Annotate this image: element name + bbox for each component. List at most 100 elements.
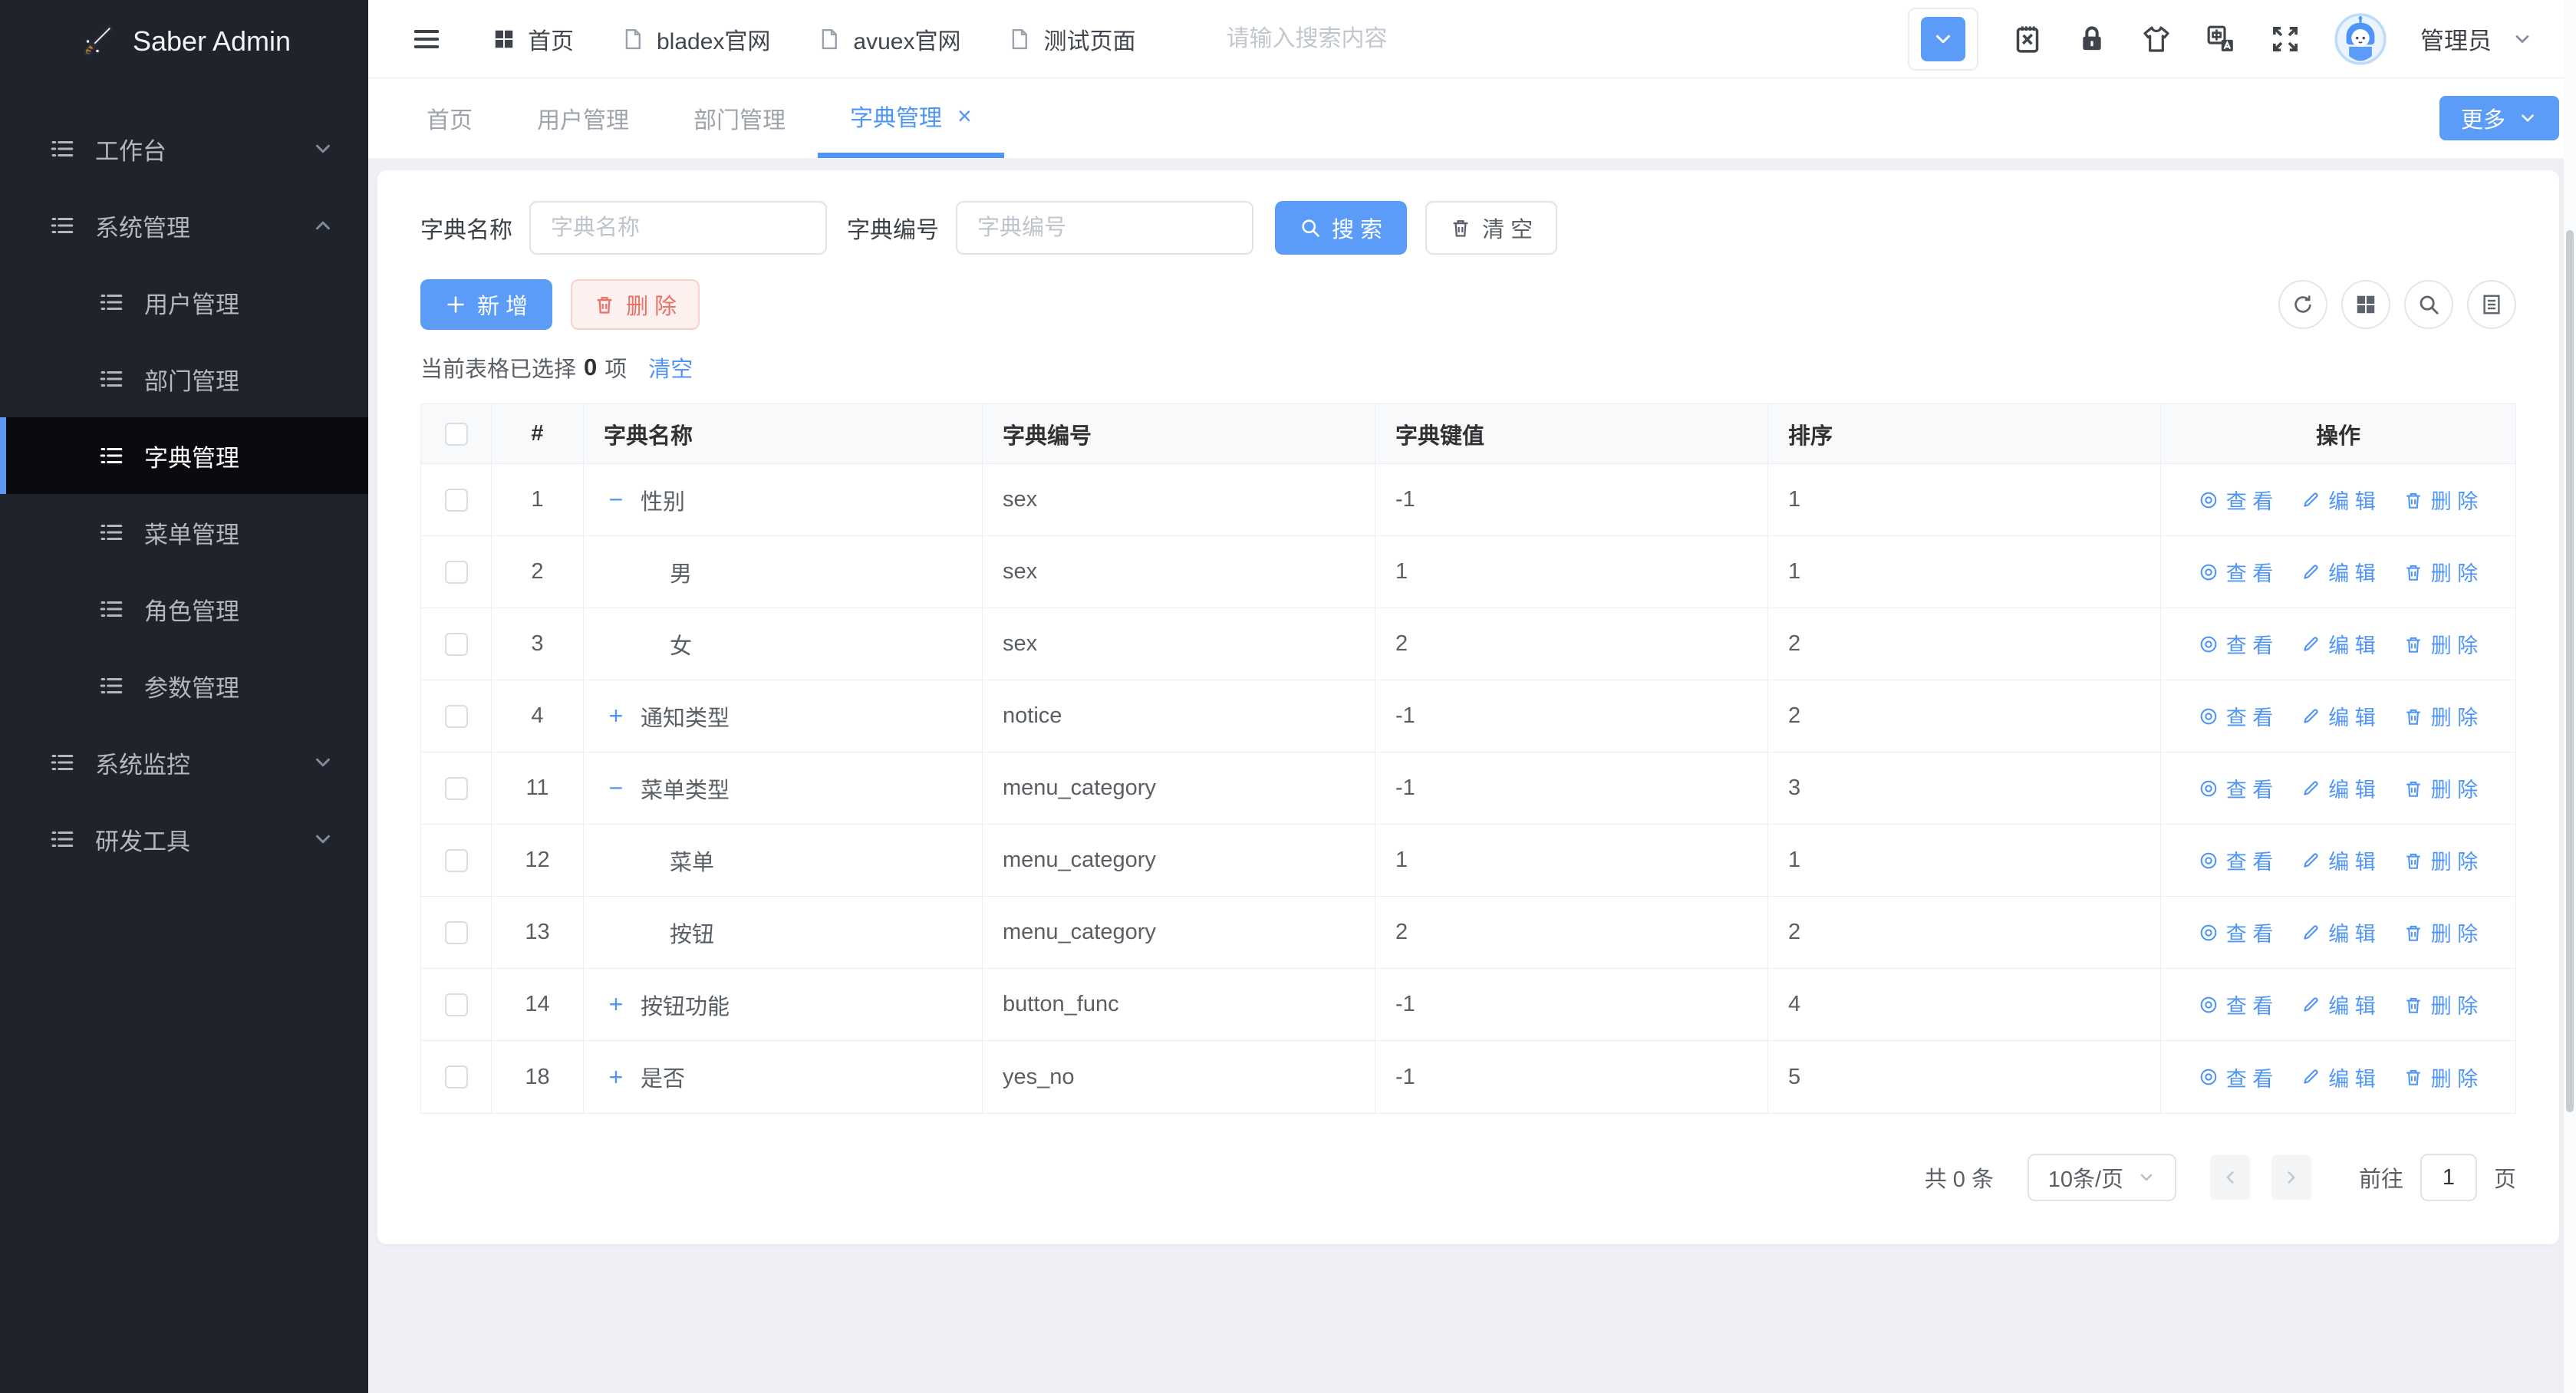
dict-code-input[interactable] xyxy=(956,201,1253,255)
prev-page-button[interactable] xyxy=(2210,1155,2250,1200)
clear-button[interactable]: 清 空 xyxy=(1425,201,1557,255)
view-settings-button[interactable] xyxy=(2467,280,2516,329)
row-checkbox[interactable] xyxy=(445,993,468,1016)
row-checkbox[interactable] xyxy=(445,705,468,728)
sidebar: Saber Admin 工作台 系统管理 用户管理 部门管理 xyxy=(0,0,368,1393)
filter-row: 字典名称 字典编号 搜 索 清 空 xyxy=(420,201,2516,255)
sidebar-item-workbench[interactable]: 工作台 xyxy=(0,110,368,187)
row-checkbox[interactable] xyxy=(445,777,468,800)
dict-name-input[interactable] xyxy=(529,201,827,255)
debug-tool-icon[interactable] xyxy=(2012,24,2043,54)
close-icon[interactable]: × xyxy=(957,104,972,128)
view-link[interactable]: 查 看 xyxy=(2199,557,2274,587)
sidebar-item-label: 工作台 xyxy=(95,132,166,166)
view-link[interactable]: 查 看 xyxy=(2199,1062,2274,1092)
view-link[interactable]: 查 看 xyxy=(2199,629,2274,659)
sidebar-item-menu-mgmt[interactable]: 菜单管理 xyxy=(0,494,368,571)
view-link[interactable]: 查 看 xyxy=(2199,845,2274,875)
collapse-toggle-button[interactable] xyxy=(1908,8,1978,71)
sidebar-item-role-mgmt[interactable]: 角色管理 xyxy=(0,571,368,647)
page-scrollbar[interactable] xyxy=(2564,0,2576,1393)
edit-link[interactable]: 编 辑 xyxy=(2301,990,2376,1019)
cell-index: 13 xyxy=(492,897,584,969)
page-number-input[interactable] xyxy=(2420,1154,2477,1201)
view-link[interactable]: 查 看 xyxy=(2199,701,2274,731)
selection-clear-link[interactable]: 清空 xyxy=(648,351,693,384)
delete-link[interactable]: 删 除 xyxy=(2403,845,2479,875)
delete-link[interactable]: 删 除 xyxy=(2403,990,2479,1019)
hamburger-icon[interactable] xyxy=(411,24,442,54)
tab-label: 首页 xyxy=(427,101,473,135)
lock-icon[interactable] xyxy=(2077,24,2107,54)
pagination-total: 共 0 条 xyxy=(1925,1161,1994,1194)
sidebar-item-system-monitor[interactable]: 系统监控 xyxy=(0,724,368,801)
add-button[interactable]: 新 增 xyxy=(420,279,552,330)
delete-link[interactable]: 删 除 xyxy=(2403,917,2479,947)
nav-item-test-page[interactable]: 测试页面 xyxy=(1008,22,1135,56)
delete-link[interactable]: 删 除 xyxy=(2403,701,2479,731)
tab-home[interactable]: 首页 xyxy=(394,78,505,158)
sidebar-item-user-mgmt[interactable]: 用户管理 xyxy=(0,264,368,341)
theme-icon[interactable] xyxy=(2141,24,2172,54)
row-checkbox[interactable] xyxy=(445,849,468,872)
row-checkbox[interactable] xyxy=(445,561,468,584)
edit-link[interactable]: 编 辑 xyxy=(2301,557,2376,587)
edit-link[interactable]: 编 辑 xyxy=(2301,1062,2376,1092)
refresh-button[interactable] xyxy=(2278,280,2327,329)
select-all-checkbox[interactable] xyxy=(445,423,468,446)
edit-link[interactable]: 编 辑 xyxy=(2301,773,2376,803)
sidebar-item-param-mgmt[interactable]: 参数管理 xyxy=(0,647,368,724)
chevron-down-icon[interactable] xyxy=(2512,28,2533,50)
tree-toggle-icon[interactable]: + xyxy=(604,990,628,1019)
tree-toggle-icon[interactable]: − xyxy=(604,486,628,514)
edit-link[interactable]: 编 辑 xyxy=(2301,701,2376,731)
view-link[interactable]: 查 看 xyxy=(2199,917,2274,947)
more-button[interactable]: 更多 xyxy=(2439,96,2559,140)
row-checkbox[interactable] xyxy=(445,1065,468,1088)
pagination: 共 0 条 10条/页 前往 页 xyxy=(420,1154,2516,1201)
view-link[interactable]: 查 看 xyxy=(2199,485,2274,515)
edit-link[interactable]: 编 辑 xyxy=(2301,845,2376,875)
tab-dict-mgmt[interactable]: 字典管理 × xyxy=(818,78,1004,158)
nav-item-bladex[interactable]: bladex官网 xyxy=(621,22,770,56)
cell-index: 2 xyxy=(492,536,584,608)
delete-link[interactable]: 删 除 xyxy=(2403,629,2479,659)
sidebar-item-dict-mgmt[interactable]: 字典管理 xyxy=(0,417,368,494)
delete-link[interactable]: 删 除 xyxy=(2403,1062,2479,1092)
next-page-button[interactable] xyxy=(2271,1155,2311,1200)
delete-link[interactable]: 删 除 xyxy=(2403,773,2479,803)
grid-icon xyxy=(492,28,516,51)
tab-user-mgmt[interactable]: 用户管理 xyxy=(505,78,661,158)
view-link[interactable]: 查 看 xyxy=(2199,773,2274,803)
nav-item-home[interactable]: 首页 xyxy=(492,22,574,56)
tree-toggle-icon[interactable]: + xyxy=(604,1063,628,1092)
user-name[interactable]: 管理员 xyxy=(2420,21,2492,56)
avatar[interactable] xyxy=(2334,13,2387,65)
row-checkbox[interactable] xyxy=(445,489,468,512)
tree-toggle-icon[interactable]: − xyxy=(604,774,628,802)
nav-item-avuex[interactable]: avuex官网 xyxy=(818,22,960,56)
global-search-input[interactable] xyxy=(1226,26,1556,52)
row-checkbox[interactable] xyxy=(445,921,468,944)
page-size-select[interactable]: 10条/页 xyxy=(2028,1154,2176,1201)
tree-toggle-icon[interactable]: + xyxy=(604,702,628,730)
delete-link[interactable]: 删 除 xyxy=(2403,557,2479,587)
scrollbar-thumb[interactable] xyxy=(2566,230,2574,1112)
edit-link[interactable]: 编 辑 xyxy=(2301,629,2376,659)
delete-button[interactable]: 删 除 xyxy=(571,279,700,330)
search-toggle-button[interactable] xyxy=(2404,280,2453,329)
view-link[interactable]: 查 看 xyxy=(2199,990,2274,1019)
sidebar-item-system-mgmt[interactable]: 系统管理 xyxy=(0,187,368,264)
sidebar-item-dev-tools[interactable]: 研发工具 xyxy=(0,801,368,878)
row-checkbox[interactable] xyxy=(445,633,468,656)
search-button[interactable]: 搜 索 xyxy=(1275,201,1407,255)
delete-link[interactable]: 删 除 xyxy=(2403,485,2479,515)
edit-link[interactable]: 编 辑 xyxy=(2301,917,2376,947)
cell-actions: 查 看 编 辑 删 除 xyxy=(2161,608,2515,680)
language-icon[interactable] xyxy=(2205,24,2236,54)
tab-dept-mgmt[interactable]: 部门管理 xyxy=(661,78,818,158)
column-settings-button[interactable] xyxy=(2341,280,2390,329)
sidebar-item-dept-mgmt[interactable]: 部门管理 xyxy=(0,341,368,417)
edit-link[interactable]: 编 辑 xyxy=(2301,485,2376,515)
fullscreen-icon[interactable] xyxy=(2270,24,2301,54)
